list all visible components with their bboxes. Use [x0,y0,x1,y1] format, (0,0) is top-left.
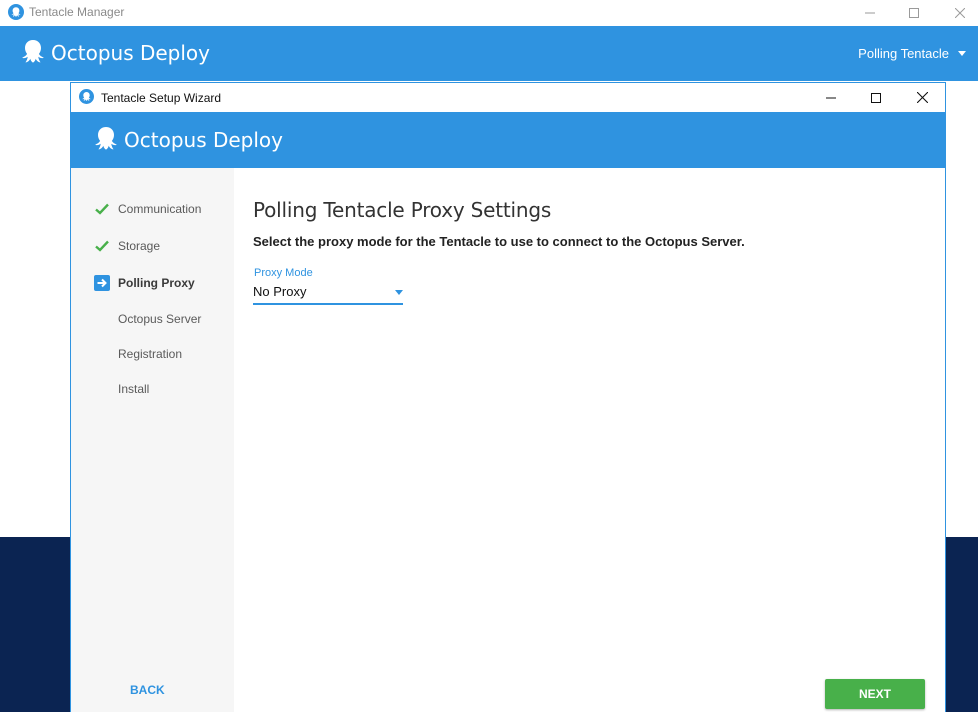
step-label: Octopus Server [118,312,202,326]
minimize-icon [865,12,875,14]
outer-titlebar: Tentacle Manager [0,0,978,26]
proxy-mode-value: No Proxy [253,284,307,299]
close-icon [955,8,965,18]
outer-close-button[interactable] [937,0,978,26]
step-polling-proxy[interactable]: Polling Proxy [71,271,234,295]
octopus-logo-icon [95,127,117,150]
wizard-content: Polling Tentacle Proxy Settings Select t… [234,168,945,712]
outer-window-title: Tentacle Manager [29,5,125,19]
caret-down-icon [395,290,403,295]
wizard-brand: Octopus Deploy [93,126,283,154]
minimize-icon [826,97,836,98]
step-label: Registration [118,347,183,361]
wizard-maximize-button[interactable] [853,83,899,112]
wizard-window-title: Tentacle Setup Wizard [101,91,222,105]
step-label: Install [118,382,150,396]
arrow-right-icon [94,275,110,291]
next-button[interactable]: NEXT [825,679,925,709]
checkmark-icon [94,238,110,254]
maximize-icon [871,92,881,103]
octopus-app-icon [8,4,24,20]
page-title: Polling Tentacle Proxy Settings [253,198,552,222]
wizard-steps-sidebar: Communication Storage Polling Proxy Octo… [71,168,234,712]
step-label: Communication [118,202,202,216]
close-icon [916,92,928,103]
wizard-header-bar: Octopus Deploy [71,112,945,168]
maximize-icon [909,8,919,18]
back-button[interactable]: BACK [130,683,170,701]
outer-maximize-button[interactable] [891,0,937,26]
outer-brand-name: Octopus Deploy [51,41,210,65]
tentacle-mode-dropdown[interactable]: Polling Tentacle [858,46,966,61]
step-communication[interactable]: Communication [71,197,234,221]
outer-brand: Octopus Deploy [20,39,210,67]
proxy-mode-select[interactable]: No Proxy [253,282,403,305]
octopus-app-icon [79,89,94,104]
page-subtitle: Select the proxy mode for the Tentacle t… [253,234,745,249]
wizard-minimize-button[interactable] [808,83,854,112]
wizard-brand-name: Octopus Deploy [124,128,283,152]
step-label: Storage [118,239,161,253]
step-label: Polling Proxy [118,276,195,290]
caret-down-icon [958,51,966,56]
outer-header-bar: Octopus Deploy Polling Tentacle [0,26,978,81]
checkmark-icon [94,201,110,217]
step-octopus-server[interactable]: Octopus Server [71,307,234,331]
octopus-logo-icon [22,40,44,63]
setup-wizard-dialog: Tentacle Setup Wizard Octopus Deploy Com… [70,82,946,712]
proxy-mode-label: Proxy Mode [254,267,313,279]
tentacle-mode-label: Polling Tentacle [858,46,949,61]
step-storage[interactable]: Storage [71,234,234,258]
step-registration[interactable]: Registration [71,342,234,366]
step-install[interactable]: Install [71,377,234,401]
outer-minimize-button[interactable] [847,0,893,26]
wizard-close-button[interactable] [899,83,945,112]
wizard-titlebar: Tentacle Setup Wizard [71,83,945,112]
